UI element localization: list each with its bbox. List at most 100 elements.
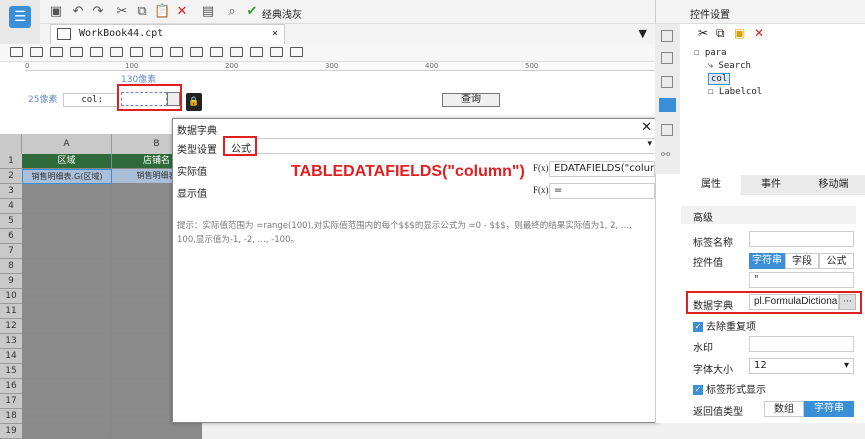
table-cell[interactable] (22, 199, 112, 214)
table-cell[interactable] (22, 409, 112, 424)
row-header[interactable]: 16 (0, 379, 22, 394)
value-type-formula[interactable]: 公式 (819, 253, 854, 269)
table-cell[interactable] (22, 394, 112, 409)
row-header[interactable]: 9 (0, 274, 22, 289)
label-widget-icon[interactable] (10, 47, 23, 57)
delete-icon[interactable]: ✕ (754, 26, 764, 40)
font-size-select[interactable]: 12 ▾ (749, 358, 854, 374)
cut-icon[interactable]: ✂ (114, 4, 130, 20)
table-cell[interactable] (22, 334, 112, 349)
dict-more-button[interactable]: ··· (839, 294, 856, 310)
data-dict-value[interactable]: pl.FormulaDictionary (749, 294, 839, 310)
return-type-string[interactable]: 字符串 (804, 401, 854, 417)
table-cell[interactable]: 销售明细表.G(区域) (22, 169, 112, 184)
table-cell[interactable] (22, 229, 112, 244)
tab-events[interactable]: 事件 (741, 175, 801, 195)
section-advanced[interactable]: 高级 (681, 206, 856, 224)
table-cell[interactable] (22, 274, 112, 289)
display-formula-input[interactable]: = (549, 183, 655, 199)
value-type-field[interactable]: 字段 (785, 253, 819, 269)
close-icon[interactable]: × (272, 25, 278, 43)
checkbox-widget-icon[interactable] (170, 47, 183, 57)
table-cell[interactable] (22, 349, 112, 364)
date-widget-icon[interactable] (130, 47, 143, 57)
lock-icon[interactable]: 🔒 (186, 93, 202, 111)
button-widget-icon[interactable] (30, 47, 43, 57)
value-type-string[interactable]: 字符串 (749, 253, 785, 269)
list-widget-icon[interactable] (210, 47, 223, 57)
image-widget-icon[interactable] (270, 47, 283, 57)
return-type-array[interactable]: 数组 (764, 401, 804, 417)
column-header[interactable]: A (22, 134, 112, 154)
tab-menu-icon[interactable]: ▼ (639, 27, 647, 40)
table-cell[interactable]: 区域 (22, 154, 112, 169)
fx-icon[interactable]: F(x) (533, 163, 549, 173)
row-header[interactable]: 17 (0, 394, 22, 409)
label-display-checkbox[interactable]: ✓ 标签形式显示 (693, 381, 766, 396)
row-header[interactable]: 18 (0, 409, 22, 424)
widget-settings-icon[interactable] (659, 98, 676, 112)
row-header[interactable]: 13 (0, 334, 22, 349)
query-widget-icon[interactable] (230, 47, 243, 57)
cut-icon[interactable]: ✂ (698, 26, 708, 40)
row-header[interactable]: 7 (0, 244, 22, 259)
number-widget-icon[interactable] (70, 47, 83, 57)
table-cell[interactable] (22, 424, 112, 439)
row-header[interactable]: 15 (0, 364, 22, 379)
row-header[interactable]: 3 (0, 184, 22, 199)
row-header[interactable]: 14 (0, 349, 22, 364)
fx-icon[interactable]: F(x) (533, 185, 549, 195)
close-icon[interactable]: ✕ (641, 120, 652, 135)
table-cell[interactable] (112, 424, 202, 439)
tab-mobile[interactable]: 移动端 (801, 175, 865, 195)
radio-widget-icon[interactable] (190, 47, 203, 57)
search-icon[interactable]: ⌕ (224, 4, 240, 20)
app-logo[interactable]: ☰ (0, 0, 40, 45)
table-cell[interactable] (22, 184, 112, 199)
row-header[interactable]: 8 (0, 259, 22, 274)
tree-item-labelcol[interactable]: ☐ Labelcol (694, 87, 864, 100)
cell-icon[interactable] (661, 52, 673, 64)
condition-icon[interactable] (661, 124, 673, 136)
table-cell[interactable] (22, 214, 112, 229)
row-header[interactable]: 6 (0, 229, 22, 244)
table-cell[interactable] (22, 319, 112, 334)
table-cell[interactable] (22, 289, 112, 304)
row-header[interactable]: 4 (0, 199, 22, 214)
corner-cell[interactable] (0, 134, 22, 154)
actual-formula-input[interactable]: EDATAFIELDS("column") (549, 161, 655, 177)
redo-icon[interactable]: ↷ (90, 4, 106, 20)
tree-item-col[interactable]: col (694, 73, 864, 87)
multi-widget-icon[interactable] (290, 47, 303, 57)
table-cell[interactable] (22, 364, 112, 379)
layout-icon[interactable] (661, 30, 673, 42)
row-header[interactable]: 11 (0, 304, 22, 319)
theme-label[interactable]: 经典浅灰 (262, 6, 302, 21)
check-icon[interactable]: ✔ (244, 4, 260, 20)
label-name-input[interactable] (749, 231, 854, 247)
dropdown-widget-icon[interactable] (90, 47, 103, 57)
watermark-input[interactable] (749, 336, 854, 352)
tab-workbook[interactable]: WorkBook44.cpt × (50, 24, 285, 44)
row-header[interactable]: 5 (0, 214, 22, 229)
dropdown-icon[interactable] (167, 92, 180, 106)
copy-icon[interactable]: ⧉ (134, 4, 150, 20)
widget-value-input[interactable]: " (749, 272, 854, 288)
remove-dup-checkbox[interactable]: ✓ 去除重复项 (693, 318, 756, 333)
row-header[interactable]: 10 (0, 289, 22, 304)
tree-widget-icon[interactable] (150, 47, 163, 57)
table-cell[interactable] (22, 259, 112, 274)
row-header[interactable]: 12 (0, 319, 22, 334)
query-button[interactable]: 查询 (442, 93, 500, 107)
table-cell[interactable] (22, 379, 112, 394)
paste-icon[interactable]: 📋 (154, 4, 170, 20)
save-icon[interactable]: ▣ (48, 4, 64, 20)
paste-icon[interactable]: ▣ (734, 26, 745, 40)
shape-icon[interactable] (661, 76, 673, 88)
tab-properties[interactable]: 属性 (681, 175, 741, 195)
row-header[interactable]: 1 (0, 154, 22, 169)
col-label-widget[interactable]: col: (63, 93, 118, 107)
row-header[interactable]: 19 (0, 424, 22, 439)
type-select[interactable]: ▾ (225, 138, 656, 154)
preview-icon[interactable]: ▤ (200, 4, 216, 20)
